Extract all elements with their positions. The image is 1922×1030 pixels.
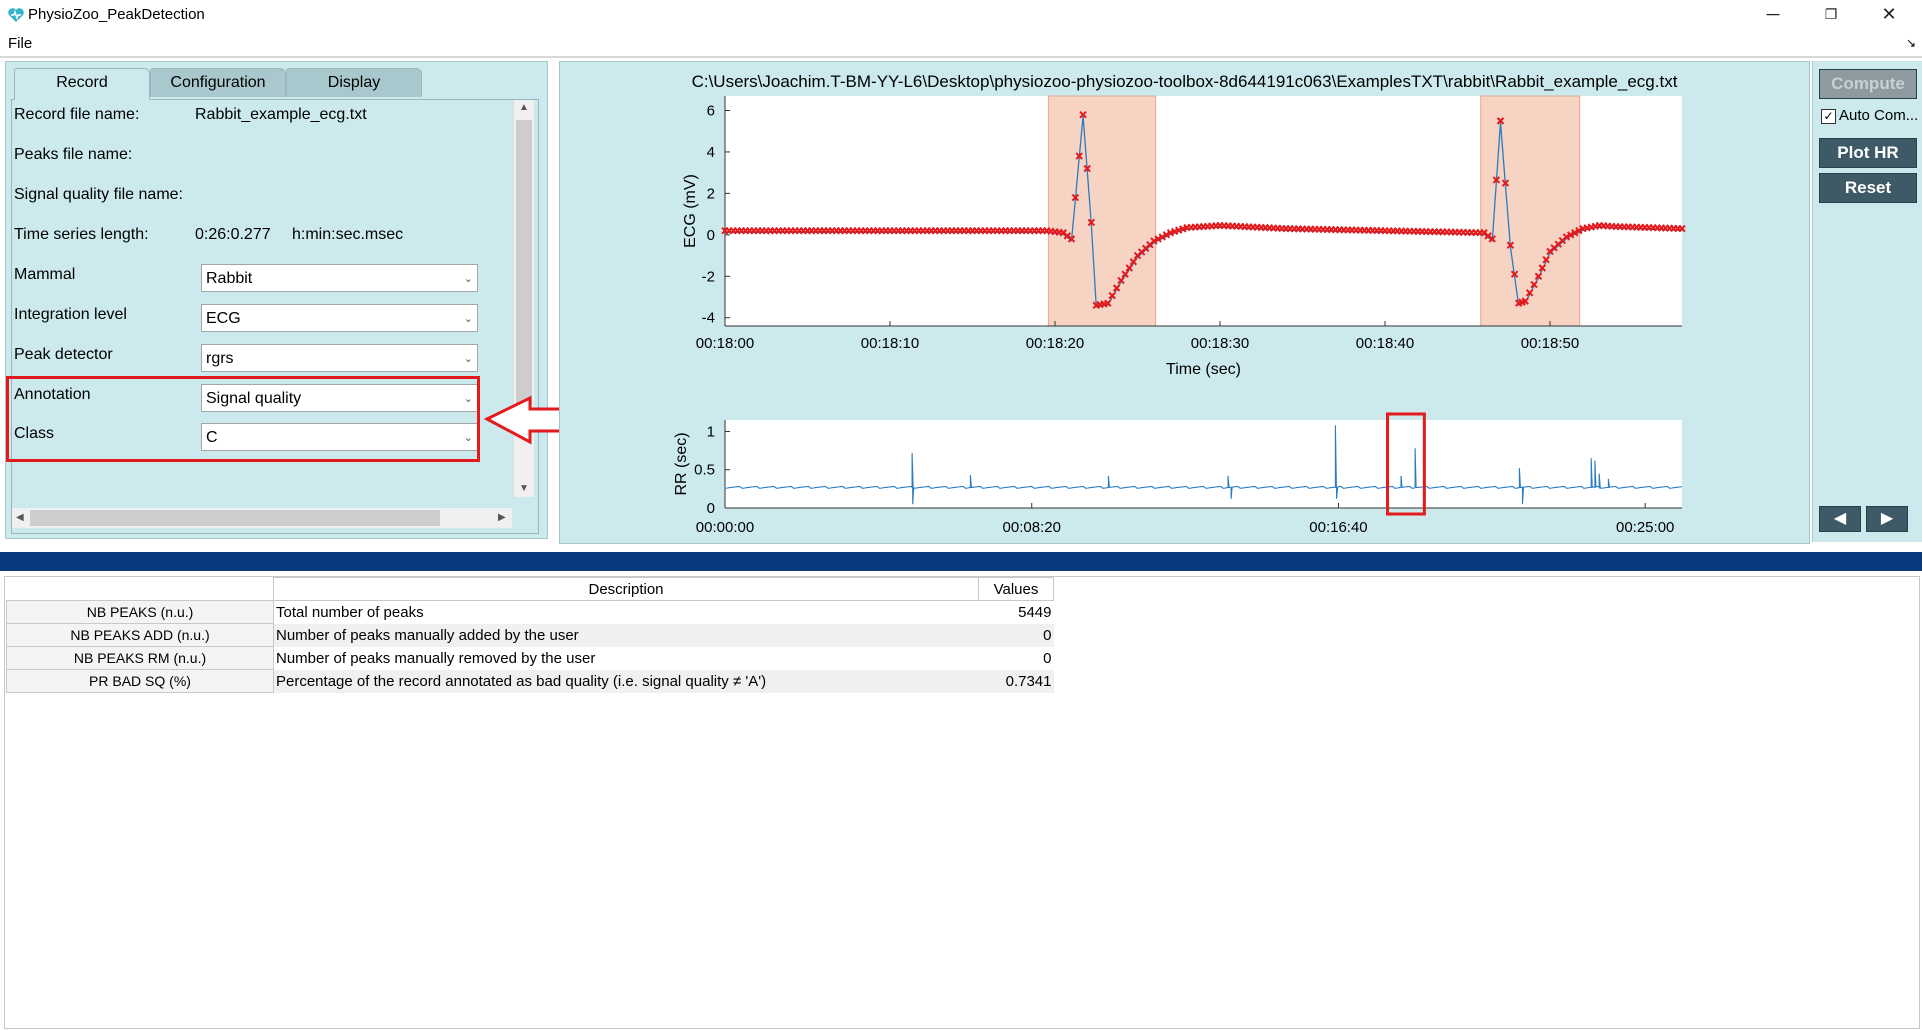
col-header-values: Values	[978, 577, 1054, 601]
tab-configuration[interactable]: Configuration	[150, 68, 286, 97]
chevron-down-icon: ⌄	[463, 353, 473, 365]
integration-select[interactable]: ECG ⌄	[201, 304, 478, 332]
ecg-x-tick-label: 00:18:30	[1191, 335, 1249, 352]
ecg-x-tick-label: 00:18:10	[861, 335, 919, 352]
mammal-select[interactable]: Rabbit ⌄	[201, 264, 478, 292]
rr-y-tick-label: 0	[707, 500, 715, 517]
compute-button[interactable]: Compute	[1819, 69, 1917, 99]
ecg-y-tick-label: 4	[707, 144, 715, 161]
menu-file[interactable]: File	[8, 35, 32, 52]
ecg-x-tick-label: 00:18:50	[1521, 335, 1579, 352]
minimize-button[interactable]: ─	[1750, 0, 1796, 30]
results-table-area: Description Values NB PEAKS (n.u.) Total…	[4, 576, 1920, 1029]
rr-x-tick-label: 00:00:00	[696, 519, 754, 536]
row-value: 0	[1043, 649, 1052, 667]
horizontal-scrollbar[interactable]: ◀ ▶	[12, 508, 512, 528]
scroll-thumb[interactable]	[516, 120, 532, 405]
rr-y-tick-label: 1	[707, 423, 715, 440]
scroll-up-icon[interactable]: ▲	[519, 102, 529, 113]
heart-app-icon	[8, 8, 24, 22]
mammal-label: Mammal	[14, 266, 76, 283]
detector-label: Peak detector	[14, 346, 113, 363]
ts-length-label: Time series length:	[14, 226, 149, 243]
rr-y-axis-label: RR (sec)	[673, 432, 690, 495]
rr-y-tick-label: 0.5	[694, 462, 715, 479]
title-bar: PhysioZoo_PeakDetection ─ ❐ ✕	[0, 0, 1922, 30]
scroll-down-icon[interactable]: ▼	[519, 483, 529, 494]
scroll-right-icon[interactable]: ▶	[498, 512, 506, 523]
right-panel: Compute ✓ Auto Com... Plot HR Reset ◀ ▶	[1812, 61, 1922, 542]
left-panel: Record Configuration Display Record file…	[5, 61, 548, 539]
ecg-y-tick-label: 2	[707, 185, 715, 202]
menu-bar: File ↘	[0, 30, 1922, 56]
tab-record[interactable]: Record	[14, 68, 150, 100]
plot-panel: C:\Users\Joachim.T-BM-YY-L6\Desktop\phys…	[559, 61, 1810, 544]
ecg-x-tick-label: 00:18:00	[696, 335, 754, 352]
row-header: NB PEAKS (n.u.)	[6, 600, 274, 624]
rr-chart[interactable]: 1 0.5 0 00:00:00 00:08:20 00:16:40 00:25:00 RR …	[560, 412, 1809, 542]
ecg-x-tick-label: 00:18:20	[1026, 335, 1084, 352]
ecg-y-tick-label: 0	[707, 227, 715, 244]
results-table: Description Values NB PEAKS (n.u.) Total…	[6, 577, 1054, 693]
auto-compute-checkbox[interactable]: ✓	[1821, 109, 1836, 124]
annotation-highlight-box	[6, 376, 480, 462]
detector-select[interactable]: rgrs ⌄	[201, 344, 478, 372]
ecg-x-tick-label: 00:18:40	[1356, 335, 1414, 352]
table-row: NB PEAKS ADD (n.u.) Number of peaks manu…	[6, 623, 1054, 647]
ecg-x-axis-label: Time (sec)	[1166, 361, 1241, 378]
record-file-value: Rabbit_example_ecg.txt	[195, 106, 367, 123]
row-value: 0.7341	[978, 669, 1054, 693]
tab-display[interactable]: Display	[286, 68, 422, 97]
table-row: NB PEAKS RM (n.u.) Number of peaks manua…	[6, 646, 1054, 670]
scroll-left-icon[interactable]: ◀	[16, 512, 24, 523]
close-button[interactable]: ✕	[1866, 0, 1912, 30]
ts-length-unit: h:min:sec.msec	[292, 226, 404, 243]
row-description: Total number of peaks	[276, 603, 424, 621]
col-header-description: Description	[273, 577, 979, 601]
auto-compute-label: Auto Com...	[1839, 107, 1919, 124]
table-row: PR BAD SQ (%) Percentage of the record a…	[6, 669, 1054, 693]
dock-icon[interactable]: ↘	[1906, 36, 1916, 50]
row-header: NB PEAKS RM (n.u.)	[6, 646, 274, 670]
row-description: Percentage of the record annotated as ba…	[273, 669, 979, 693]
plot-hr-button[interactable]: Plot HR	[1819, 138, 1917, 168]
ecg-y-tick-label: 6	[707, 103, 715, 120]
rr-plot-area	[725, 420, 1682, 508]
rr-x-tick-label: 00:25:00	[1616, 519, 1674, 536]
ecg-y-tick-label: -4	[702, 310, 715, 327]
window-title: PhysioZoo_PeakDetection	[28, 6, 205, 23]
bad-quality-region	[1047, 95, 1157, 327]
table-row: NB PEAKS (n.u.) Total number of peaks 54…	[6, 600, 1054, 624]
prev-button[interactable]: ◀	[1819, 506, 1861, 532]
row-header: PR BAD SQ (%)	[6, 669, 274, 693]
ecg-y-axis-label: ECG (mV)	[682, 174, 699, 248]
scroll-thumb[interactable]	[30, 510, 440, 526]
row-value: 5449	[1018, 603, 1052, 621]
rr-x-tick-label: 00:08:20	[1003, 519, 1061, 536]
chevron-down-icon: ⌄	[463, 273, 473, 285]
ts-length-value: 0:26:0.277	[195, 226, 271, 243]
row-description: Number of peaks manually removed by the …	[276, 649, 596, 667]
mammal-select-value: Rabbit	[206, 270, 253, 287]
record-file-label: Record file name:	[14, 106, 140, 123]
integration-select-value: ECG	[206, 310, 241, 327]
row-header: NB PEAKS ADD (n.u.)	[6, 623, 274, 647]
row-description: Number of peaks manually added by the us…	[273, 623, 979, 647]
reset-button[interactable]: Reset	[1819, 173, 1917, 203]
sq-file-label: Signal quality file name:	[14, 186, 183, 203]
divider	[0, 56, 1922, 58]
peaks-file-label: Peaks file name:	[14, 146, 133, 163]
row-value: 0	[978, 623, 1054, 647]
chevron-down-icon: ⌄	[463, 313, 473, 325]
rr-x-tick-label: 00:16:40	[1309, 519, 1367, 536]
integration-label: Integration level	[14, 306, 127, 323]
ecg-chart[interactable]: 6 4 2 0 -2 -4 00:18:00 00:18:10 00:18:20 00:18:30…	[560, 62, 1809, 412]
restore-button[interactable]: ❐	[1808, 0, 1854, 30]
ecg-y-tick-label: -2	[702, 268, 715, 285]
detector-select-value: rgrs	[206, 350, 234, 367]
separator-bar	[0, 552, 1922, 571]
next-button[interactable]: ▶	[1866, 506, 1908, 532]
